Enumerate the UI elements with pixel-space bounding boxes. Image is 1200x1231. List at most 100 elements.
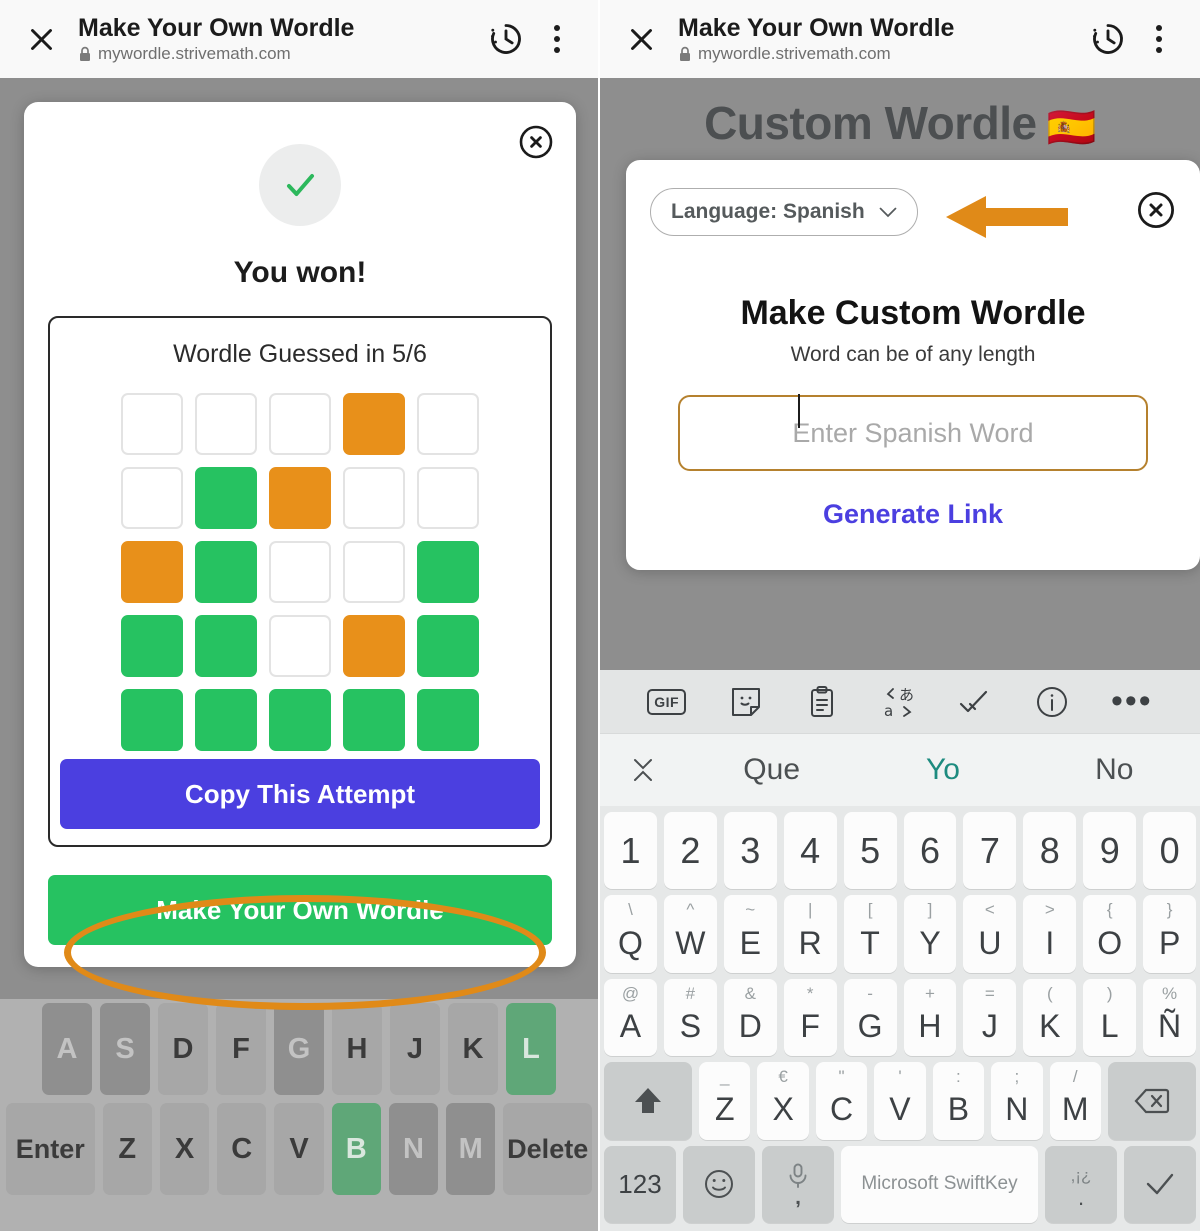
key-alt-label: € (778, 1067, 788, 1087)
more-dots-glyph: ••• (1110, 681, 1153, 720)
key-r[interactable]: | R (783, 895, 837, 973)
key-j[interactable]: = J (963, 978, 1017, 1057)
key-b[interactable]: :B (932, 1062, 985, 1140)
key-v[interactable]: ' V (874, 1062, 926, 1140)
key-9[interactable]: 9 (1083, 812, 1137, 890)
key-g[interactable]: -G (843, 978, 897, 1057)
key-w[interactable]: ^ W (663, 895, 717, 973)
space-bar[interactable]: Microsoft SwiftKey (841, 1145, 1038, 1224)
info-icon[interactable] (1035, 685, 1069, 719)
key-a[interactable]: @ A (604, 978, 657, 1057)
wordle-key-j[interactable]: J (390, 1003, 440, 1095)
more-dots-icon[interactable]: ••• (1110, 681, 1153, 720)
key-y[interactable]: ] Y (903, 895, 957, 973)
gif-icon[interactable]: GIF (647, 688, 687, 715)
checkmark-enter-icon[interactable] (1124, 1145, 1196, 1224)
wordle-key-l[interactable]: L (506, 1003, 556, 1095)
win-heading: You won! (233, 256, 367, 289)
keyboard-row-top: \ Q ^ W ~ E | R[T] Y < U > I{O} P (604, 895, 1197, 973)
close-x-icon[interactable] (18, 26, 64, 53)
wordle-key-delete[interactable]: Delete (503, 1103, 593, 1195)
key-z[interactable]: _ Z (699, 1062, 751, 1140)
close-circle-icon[interactable] (518, 124, 554, 160)
key-5[interactable]: 5 (843, 812, 897, 890)
close-circle-icon[interactable] (1136, 190, 1176, 230)
shift-up-arrow-icon[interactable] (604, 1062, 692, 1140)
make-your-own-wordle-button[interactable]: Make Your Own Wordle (48, 875, 552, 945)
collapse-chevrons-icon[interactable] (600, 755, 686, 785)
microphone-icon[interactable]: , (762, 1145, 834, 1224)
key-8[interactable]: 8 (1023, 812, 1077, 890)
key-p[interactable]: } P (1143, 895, 1197, 973)
wordle-key-s[interactable]: S (100, 1003, 150, 1095)
wordle-key-v[interactable]: V (274, 1103, 324, 1195)
history-clock-icon[interactable] (1080, 21, 1136, 57)
kebab-menu-icon[interactable] (1136, 25, 1182, 53)
clipboard-icon[interactable] (805, 685, 839, 719)
wordle-key-f[interactable]: F (216, 1003, 266, 1095)
key-n[interactable]: ; N (991, 1062, 1043, 1140)
key-3[interactable]: 3 (723, 812, 777, 890)
language-select[interactable]: Language: Spanish (650, 188, 918, 236)
generate-link-button[interactable]: Generate Link (650, 499, 1176, 530)
suggestion-2[interactable]: No (1029, 753, 1200, 787)
key-i[interactable]: > I (1023, 895, 1077, 973)
custom-word-input[interactable]: Enter Spanish Word (678, 394, 1148, 471)
kebab-menu-icon[interactable] (534, 25, 580, 53)
wordle-key-x[interactable]: X (159, 1103, 210, 1195)
key-s[interactable]: # S (663, 978, 717, 1057)
key-main-label: H (918, 1008, 942, 1045)
wordle-key-d[interactable]: D (158, 1003, 208, 1095)
wordle-key-enter[interactable]: Enter (5, 1103, 95, 1195)
key-4[interactable]: 4 (783, 812, 837, 890)
wordle-tile-green (417, 615, 479, 677)
key-6[interactable]: 6 (903, 812, 957, 890)
wordle-key-m[interactable]: M (446, 1103, 496, 1195)
wordle-key-b[interactable]: B (331, 1103, 381, 1195)
wordle-key-n[interactable]: N (388, 1103, 439, 1195)
punctuation-key[interactable]: ,¡¿ . (1045, 1145, 1117, 1224)
key-1[interactable]: 1 (604, 812, 657, 890)
key-c[interactable]: " C (815, 1062, 868, 1140)
suggestion-1[interactable]: Yo (857, 753, 1028, 787)
sticker-icon[interactable] (729, 685, 763, 719)
key-main-label: R (798, 924, 822, 961)
key-t[interactable]: [T (843, 895, 897, 973)
key-o[interactable]: {O (1083, 895, 1137, 973)
wordle-key-h[interactable]: H (332, 1003, 382, 1095)
key-q[interactable]: \ Q (604, 895, 657, 973)
wordle-key-k[interactable]: K (448, 1003, 498, 1095)
copy-attempt-button[interactable]: Copy This Attempt (60, 759, 540, 829)
history-clock-icon[interactable] (478, 21, 534, 57)
keyboard-keys: 1234567890 \ Q ^ W ~ E | R[T] Y < U > I{O} P @ A # S & D * F… (600, 806, 1200, 1231)
key-l[interactable]: ) L (1083, 978, 1137, 1057)
key-x[interactable]: € X (757, 1062, 809, 1140)
key-h[interactable]: + H (903, 978, 957, 1057)
key-ñ[interactable]: % Ñ (1143, 978, 1197, 1057)
edit-check-icon[interactable] (958, 685, 992, 719)
key-alt-label: + (925, 983, 935, 1003)
key-k[interactable]: (K (1023, 978, 1077, 1057)
lock-icon (78, 46, 92, 62)
wordle-key-z[interactable]: Z (102, 1103, 152, 1195)
browser-title-block: Make Your Own Wordle mywordle.strivemath… (664, 14, 1080, 64)
close-x-icon[interactable] (618, 26, 664, 53)
key-7[interactable]: 7 (963, 812, 1017, 890)
key-d[interactable]: & D (723, 978, 777, 1057)
suggestion-0[interactable]: Que (686, 753, 857, 787)
key-2[interactable]: 2 (663, 812, 717, 890)
translate-icon[interactable]: あ a (882, 685, 916, 719)
numeric-mode-key[interactable]: 123 (604, 1145, 676, 1224)
wordle-key-a[interactable]: A (42, 1003, 92, 1095)
key-0[interactable]: 0 (1143, 812, 1197, 890)
key-f[interactable]: * F (783, 978, 837, 1057)
key-u[interactable]: < U (963, 895, 1017, 973)
backspace-delete-icon[interactable] (1107, 1062, 1196, 1140)
wordle-key-g[interactable]: G (274, 1003, 324, 1095)
key-m[interactable]: / M (1049, 1062, 1101, 1140)
page-title: Make Your Own Wordle (678, 14, 955, 42)
lock-icon (678, 46, 692, 62)
emoji-smiley-icon[interactable] (683, 1145, 755, 1224)
key-e[interactable]: ~ E (723, 895, 777, 973)
wordle-key-c[interactable]: C (217, 1103, 267, 1195)
